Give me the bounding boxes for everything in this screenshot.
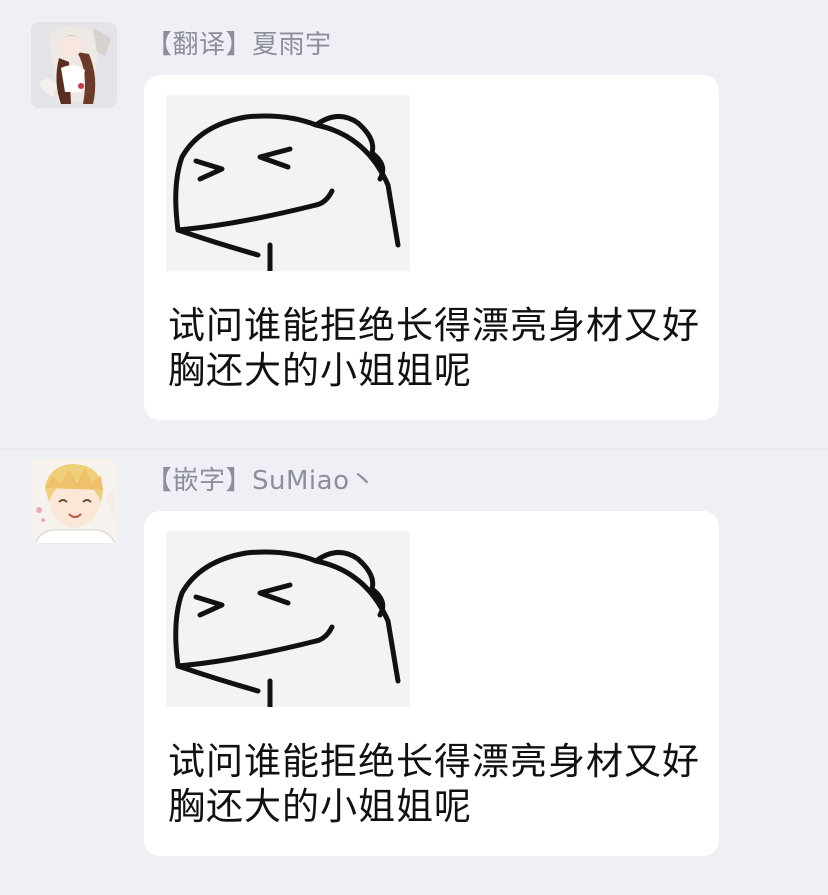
message-bubble[interactable]: 试问谁能拒绝长得漂亮身材又好胸还大的小姐姐呢: [144, 511, 719, 856]
chat-view: 【翻译】夏雨宇 试问谁能拒绝长得漂亮身材又好胸还大的小姐姐呢 【嵌字】SuMia…: [0, 0, 828, 895]
message-row: 【嵌字】SuMiao丶 试问谁能拒绝长得漂亮身材又好胸还大的小姐姐呢: [0, 0, 828, 895]
avatar[interactable]: [31, 458, 117, 544]
squinting-dinosaur-sticker-icon: [166, 531, 410, 710]
anime-boy-avatar-icon: [31, 458, 117, 544]
sticker-image[interactable]: [166, 531, 410, 710]
message-text: 试问谁能拒绝长得漂亮身材又好胸还大的小姐姐呢: [168, 740, 700, 828]
sender-name[interactable]: 【嵌字】SuMiao丶: [146, 460, 376, 497]
